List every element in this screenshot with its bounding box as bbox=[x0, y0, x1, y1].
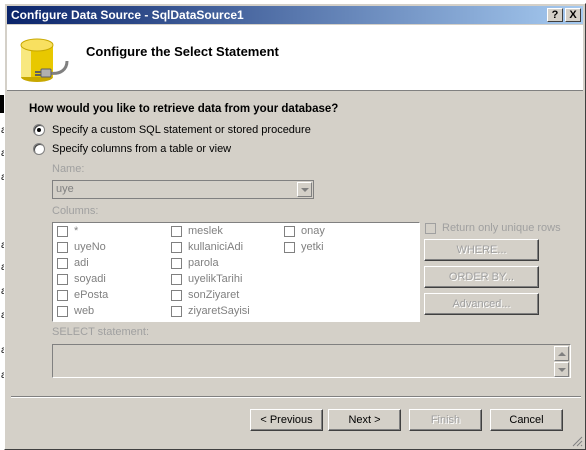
column-checkbox-item[interactable]: adi bbox=[57, 257, 89, 269]
columns-option[interactable]: Specify columns from a table or view bbox=[33, 141, 231, 157]
order-by-button[interactable]: ORDER BY... bbox=[424, 266, 539, 288]
column-checkbox[interactable] bbox=[171, 257, 182, 269]
column-checkbox[interactable] bbox=[57, 225, 68, 237]
previous-button[interactable]: < Previous bbox=[250, 409, 323, 431]
columns-label: Columns: bbox=[52, 205, 99, 217]
column-checkbox[interactable] bbox=[57, 257, 68, 269]
window-title: Configure Data Source - SqlDataSource1 bbox=[11, 8, 244, 22]
column-checkbox-item[interactable]: uyelikTarihi bbox=[171, 273, 242, 285]
unique-rows-checkbox[interactable] bbox=[425, 222, 436, 234]
column-checkbox[interactable] bbox=[171, 289, 182, 301]
title-bar[interactable]: Configure Data Source - SqlDataSource1 ?… bbox=[7, 6, 583, 24]
unique-rows-option[interactable]: Return only unique rows bbox=[425, 222, 561, 234]
page-title: Configure the Select Statement bbox=[86, 44, 279, 59]
column-name: web bbox=[74, 305, 95, 317]
column-checkbox[interactable] bbox=[57, 305, 68, 317]
column-checkbox-item[interactable]: sonZiyaret bbox=[171, 289, 239, 301]
column-checkbox[interactable] bbox=[284, 225, 295, 237]
resize-grip-icon[interactable] bbox=[571, 435, 583, 447]
column-name: parola bbox=[188, 257, 219, 269]
advanced-button[interactable]: Advanced... bbox=[424, 293, 539, 315]
help-button[interactable]: ? bbox=[547, 8, 563, 22]
scroll-down-icon[interactable] bbox=[554, 362, 569, 377]
next-button[interactable]: Next > bbox=[328, 409, 401, 431]
column-checkbox[interactable] bbox=[57, 289, 68, 301]
name-label: Name: bbox=[52, 163, 85, 175]
unique-rows-label: Return only unique rows bbox=[442, 222, 561, 234]
wizard-header: Configure the Select Statement bbox=[7, 25, 583, 91]
where-button[interactable]: WHERE... bbox=[424, 239, 539, 261]
column-name: ePosta bbox=[74, 289, 109, 301]
table-name-dropdown[interactable]: uye bbox=[52, 180, 314, 199]
column-checkbox-item[interactable]: * bbox=[57, 225, 78, 237]
select-statement-textbox[interactable] bbox=[52, 344, 571, 378]
close-button[interactable]: X bbox=[565, 8, 581, 22]
column-checkbox-item[interactable]: soyadi bbox=[57, 273, 106, 285]
column-checkbox-item[interactable]: web bbox=[57, 305, 94, 317]
custom-sql-option[interactable]: Specify a custom SQL statement or stored… bbox=[33, 122, 311, 138]
column-name: uyeNo bbox=[74, 241, 106, 253]
column-name: ziyaretSayisi bbox=[188, 305, 250, 317]
column-name: soyadi bbox=[74, 273, 106, 285]
custom-sql-label: Specify a custom SQL statement or stored… bbox=[52, 124, 311, 136]
database-icon bbox=[20, 38, 69, 82]
column-checkbox[interactable] bbox=[171, 273, 182, 285]
column-checkbox-item[interactable]: parola bbox=[171, 257, 219, 269]
column-name: adi bbox=[74, 257, 89, 269]
column-checkbox-item[interactable]: uyeNo bbox=[57, 241, 106, 253]
column-checkbox-item[interactable]: onay bbox=[284, 225, 325, 237]
column-name: * bbox=[74, 225, 79, 237]
column-name: sonZiyaret bbox=[188, 289, 240, 301]
column-checkbox-item[interactable]: yetki bbox=[284, 241, 324, 253]
finish-button[interactable]: Finish bbox=[409, 409, 482, 431]
scroll-up-icon[interactable] bbox=[554, 346, 569, 361]
column-name: yetki bbox=[301, 241, 324, 253]
column-name: uyelikTarihi bbox=[188, 273, 243, 285]
column-checkbox-item[interactable]: ePosta bbox=[57, 289, 108, 301]
column-checkbox[interactable] bbox=[171, 225, 182, 237]
column-name: meslek bbox=[188, 225, 223, 237]
column-checkbox-item[interactable]: meslek bbox=[171, 225, 223, 237]
footer-separator bbox=[11, 396, 581, 398]
column-checkbox[interactable] bbox=[57, 241, 68, 253]
column-name: kullaniciAdi bbox=[188, 241, 244, 253]
cancel-button[interactable]: Cancel bbox=[490, 409, 563, 431]
column-checkbox-item[interactable]: ziyaretSayisi bbox=[171, 305, 250, 317]
custom-sql-radio[interactable] bbox=[33, 124, 45, 136]
retrieve-question: How would you like to retrieve data from… bbox=[29, 103, 339, 115]
column-checkbox-item[interactable]: kullaniciAdi bbox=[171, 241, 243, 253]
column-checkbox[interactable] bbox=[171, 305, 182, 317]
configure-data-source-dialog: Configure Data Source - SqlDataSource1 ?… bbox=[4, 3, 586, 450]
column-checkbox[interactable] bbox=[171, 241, 182, 253]
columns-list[interactable]: * uyeNo adi soyadi ePosta web meslek kullaniciA… bbox=[52, 222, 420, 322]
column-checkbox[interactable] bbox=[57, 273, 68, 285]
columns-option-label: Specify columns from a table or view bbox=[52, 143, 232, 155]
column-name: onay bbox=[301, 225, 325, 237]
columns-radio[interactable] bbox=[33, 143, 45, 155]
select-statement-label: SELECT statement: bbox=[52, 326, 150, 338]
column-checkbox[interactable] bbox=[284, 241, 295, 253]
table-name-value: uye bbox=[56, 183, 74, 195]
chevron-down-icon[interactable] bbox=[297, 182, 312, 197]
